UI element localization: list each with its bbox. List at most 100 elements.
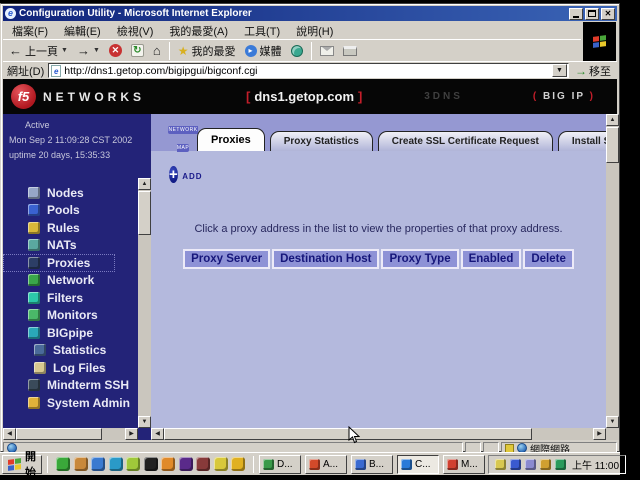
scroll-left-icon[interactable]: ◀ [151, 428, 164, 440]
scrollbar-thumb[interactable] [16, 428, 102, 440]
network-tray-icon[interactable] [510, 459, 521, 470]
sidebar-item-label: Filters [47, 291, 83, 305]
tray-icon-4[interactable] [540, 459, 551, 470]
back-icon: ← [9, 43, 22, 58]
tab-proxy-statistics[interactable]: Proxy Statistics [270, 131, 373, 151]
sidebar-item-network[interactable]: Network [3, 272, 138, 290]
maximize-button[interactable] [585, 8, 599, 20]
scroll-left-icon[interactable]: ◀ [3, 428, 16, 440]
tab-install-ssl-certificate[interactable]: Install SSL Certif [558, 131, 606, 151]
sidebar-item-nats[interactable]: NATs [3, 237, 138, 255]
task-button-5[interactable]: M... [443, 455, 485, 474]
title-bar: e Configuration Utility - Microsoft Inte… [3, 6, 617, 21]
display-tray-icon[interactable] [525, 459, 536, 470]
mail-icon [320, 46, 334, 56]
quicklaunch-icon-5[interactable] [126, 457, 140, 471]
history-button[interactable] [287, 41, 307, 61]
sidebar-item-pools[interactable]: Pools [3, 202, 138, 220]
menu-item[interactable]: 說明(H) [289, 22, 340, 40]
menu-item[interactable]: 編輯(E) [57, 22, 108, 40]
sidebar-item-rules[interactable]: Rules [3, 219, 138, 237]
sidebar-item-nodes[interactable]: Nodes [3, 184, 138, 202]
quicklaunch-icon-3[interactable] [91, 457, 105, 471]
task-button-3[interactable]: B... [351, 455, 393, 474]
quicklaunch-icon-8[interactable] [179, 457, 193, 471]
quicklaunch-icon-11[interactable] [231, 457, 245, 471]
quicklaunch-icon-10[interactable] [214, 457, 228, 471]
taskbar-clock: 上午 11:00 [570, 457, 619, 472]
scroll-down-icon[interactable]: ▼ [606, 416, 619, 428]
sidebar-item-label: Log Files [53, 361, 106, 375]
go-button[interactable]: → 移至 [573, 63, 613, 79]
quicklaunch-icon-4[interactable] [109, 457, 123, 471]
start-button[interactable]: 開始 [2, 455, 42, 474]
system-status: Active Mon Sep 2 11:09:28 CST 2002 uptim… [3, 118, 143, 163]
tab-proxies[interactable]: Proxies [197, 128, 265, 151]
refresh-button[interactable]: ↻ [127, 41, 148, 61]
menu-item[interactable]: 檔案(F) [5, 22, 55, 40]
main-vertical-scrollbar[interactable]: ▲ ▼ [606, 114, 619, 428]
table-header-cell: Destination Host [272, 249, 379, 269]
print-icon [343, 46, 357, 56]
sidebar-item-statistics[interactable]: Statistics [3, 342, 138, 360]
close-button[interactable]: ✕ [601, 8, 615, 20]
favorites-button[interactable]: ★ 我的最愛 [174, 41, 240, 61]
back-dropdown-icon[interactable]: ▼ [61, 47, 68, 54]
tab-create-ssl-certificate-request[interactable]: Create SSL Certificate Request [378, 131, 553, 151]
quicklaunch-icon-9[interactable] [196, 457, 210, 471]
sidebar-item-filters[interactable]: Filters [3, 289, 138, 307]
sidebar-item-mindterm-ssh[interactable]: Mindterm SSH [3, 377, 138, 395]
sidebar-horizontal-scrollbar[interactable]: ◀ ▶ [3, 428, 138, 440]
sidebar-item-bigpipe[interactable]: BIGpipe [3, 324, 138, 342]
taskbar: 開始 D... A... B... C... [0, 452, 620, 475]
add-button[interactable]: + [169, 166, 178, 183]
scroll-up-icon[interactable]: ▲ [138, 178, 151, 190]
main-horizontal-scrollbar[interactable]: ◀ ▶ [151, 428, 606, 440]
volume-icon[interactable] [495, 459, 506, 470]
stop-icon: ✕ [109, 44, 122, 57]
media-button[interactable]: ▸ 媒體 [241, 41, 286, 61]
mail-button[interactable] [316, 41, 338, 61]
scrollbar-thumb[interactable] [606, 127, 619, 163]
menu-item[interactable]: 檢視(V) [110, 22, 161, 40]
address-dropdown-icon[interactable]: ▼ [552, 64, 567, 77]
tray-icon-5[interactable] [555, 459, 566, 470]
filters-icon [28, 292, 40, 304]
stop-button[interactable]: ✕ [105, 41, 126, 61]
scroll-up-icon[interactable]: ▲ [606, 114, 619, 126]
history-icon [291, 45, 303, 57]
print-button[interactable] [339, 41, 361, 61]
sidebar-item-label: Statistics [53, 343, 106, 357]
scroll-right-icon[interactable]: ▶ [125, 428, 138, 440]
address-input[interactable]: e http://dns1.getop.com/bigipgui/bigconf… [48, 63, 569, 78]
task-button-2[interactable]: A... [305, 455, 347, 474]
forward-dropdown-icon[interactable]: ▼ [93, 47, 100, 54]
sidebar-item-system-admin[interactable]: System Admin [3, 394, 138, 412]
sidebar-item-monitors[interactable]: Monitors [3, 307, 138, 325]
home-button[interactable]: ⌂ [149, 41, 165, 61]
minimize-button[interactable] [569, 8, 583, 20]
sidebar-item-label: Nodes [47, 186, 84, 200]
quicklaunch-icon-7[interactable] [161, 457, 175, 471]
scroll-down-icon[interactable]: ▼ [138, 416, 151, 428]
menu-bar: 檔案(F)編輯(E)檢視(V)我的最愛(A)工具(T)說明(H) [3, 22, 581, 39]
sidebar-item-proxies[interactable]: Proxies [3, 254, 115, 272]
sidebar-vertical-scrollbar[interactable]: ▲ ▼ [138, 178, 151, 428]
add-proxy-control: + ADD [169, 163, 203, 186]
quicklaunch-icon-1[interactable] [56, 457, 70, 471]
task-button-4[interactable]: C... [397, 455, 439, 474]
menu-item[interactable]: 我的最愛(A) [162, 22, 235, 40]
sidebar: Active Mon Sep 2 11:09:28 CST 2002 uptim… [3, 114, 151, 440]
status-uptime: uptime 20 days, 15:35:33 [3, 148, 143, 163]
scrollbar-thumb[interactable] [138, 191, 151, 235]
sidebar-item-label: Monitors [47, 308, 98, 322]
task-button-1[interactable]: D... [259, 455, 301, 474]
forward-button[interactable]: → ▼ [73, 41, 104, 61]
scroll-right-icon[interactable]: ▶ [593, 428, 606, 440]
menu-item[interactable]: 工具(T) [237, 22, 287, 40]
quicklaunch-icon-2[interactable] [74, 457, 88, 471]
back-button[interactable]: ← 上一頁 ▼ [5, 41, 72, 61]
sidebar-item-label: NATs [47, 238, 77, 252]
quicklaunch-icon-6[interactable] [144, 457, 158, 471]
sidebar-item-log-files[interactable]: Log Files [3, 359, 138, 377]
